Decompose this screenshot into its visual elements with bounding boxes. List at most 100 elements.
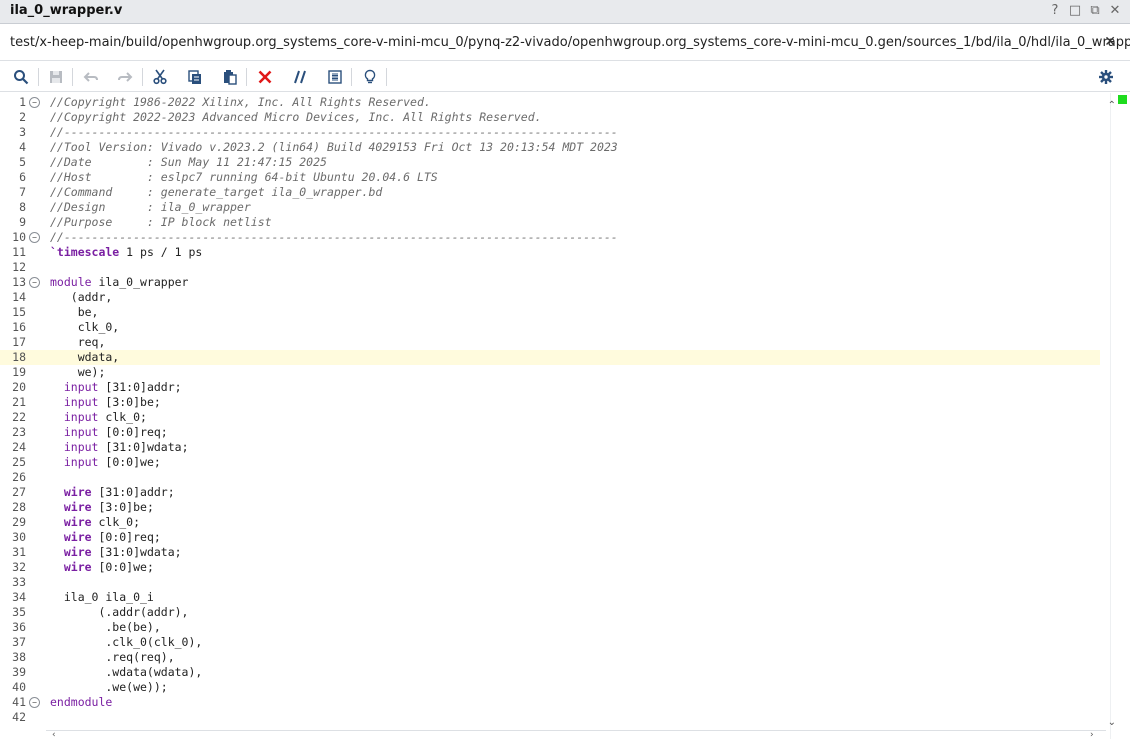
window-controls: ? □ ⧉ ✕ <box>1048 3 1122 19</box>
code-text: ila_0 ila_0_i <box>50 590 154 604</box>
code-line[interactable]: 42 <box>0 710 1100 725</box>
code-line[interactable]: 7 //Command : generate_target ila_0_wrapp… <box>0 185 1100 200</box>
block-select-icon[interactable] <box>324 66 346 88</box>
code-text: wire [31:0]wdata; <box>63 545 182 559</box>
search-icon[interactable] <box>10 66 32 88</box>
code-line[interactable]: 4 //Tool Version: Vivado v.2023.2 (lin64)… <box>0 140 1100 155</box>
horizontal-scrollbar[interactable] <box>46 730 1106 739</box>
code-line[interactable]: 40 .we(we)); <box>0 680 1100 695</box>
toolbar-separator <box>386 68 387 86</box>
code-line[interactable]: 34 ila_0 ila_0_i <box>0 590 1100 605</box>
code-line[interactable]: 3 //-------------------------------------… <box>0 125 1100 140</box>
code-text: wire [0:0]we; <box>63 560 154 574</box>
code-line[interactable]: 26 <box>0 470 1100 485</box>
scroll-down-icon[interactable]: ⌄ <box>1108 717 1116 728</box>
cut-icon[interactable] <box>149 66 171 88</box>
toolbar-separator <box>351 68 352 86</box>
code-line[interactable]: 1−//Copyright 1986-2022 Xilinx, Inc. All… <box>0 95 1100 110</box>
code-text: //--------------------------------------… <box>50 125 618 139</box>
code-line[interactable]: 11 `timescale 1 ps / 1 ps <box>0 245 1100 260</box>
toolbar-separator <box>142 68 143 86</box>
code-line[interactable]: 35 (.addr(addr), <box>0 605 1100 620</box>
window-titlebar: ila_0_wrapper.v ? □ ⧉ ✕ <box>0 0 1130 24</box>
redo-icon[interactable] <box>114 66 136 88</box>
code-line[interactable]: 2 //Copyright 2022-2023 Advanced Micro De… <box>0 110 1100 125</box>
code-line[interactable]: 12 <box>0 260 1100 275</box>
code-line[interactable]: 25 input [0:0]we; <box>0 455 1100 470</box>
code-line[interactable]: 18 wdata, <box>0 350 1100 365</box>
maximize-button[interactable]: □ <box>1068 3 1082 19</box>
line-number: 27 <box>12 485 26 499</box>
line-number: 40 <box>12 680 26 694</box>
code-text: .req(req), <box>50 650 175 664</box>
code-line[interactable]: 5 //Date : Sun May 11 21:47:15 2025 <box>0 155 1100 170</box>
code-editor[interactable]: 1−//Copyright 1986-2022 Xilinx, Inc. All… <box>0 93 1130 739</box>
code-line[interactable]: 22 input clk_0; <box>0 410 1100 425</box>
lightbulb-icon[interactable] <box>359 66 381 88</box>
code-text: //Design : ila_0_wrapper <box>50 200 251 214</box>
line-number: 32 <box>12 560 26 574</box>
line-number: 39 <box>12 665 26 679</box>
code-text: input clk_0; <box>63 410 147 424</box>
close-window-button[interactable]: ✕ <box>1108 3 1122 19</box>
code-line[interactable]: 29 wire clk_0; <box>0 515 1100 530</box>
vertical-scrollbar[interactable] <box>1110 93 1130 739</box>
undo-icon[interactable] <box>80 66 102 88</box>
scroll-left-icon[interactable]: ‹ <box>52 730 56 739</box>
line-number: 36 <box>12 620 26 634</box>
delete-icon[interactable] <box>254 66 276 88</box>
code-line[interactable]: 13− module ila_0_wrapper <box>0 275 1100 290</box>
code-text: .wdata(wdata), <box>50 665 203 679</box>
code-line[interactable]: 30 wire [0:0]req; <box>0 530 1100 545</box>
code-line[interactable]: 8 //Design : ila_0_wrapper <box>0 200 1100 215</box>
settings-icon[interactable] <box>1095 66 1117 88</box>
code-line[interactable]: 15 be, <box>0 305 1100 320</box>
code-line[interactable]: 32 wire [0:0]we; <box>0 560 1100 575</box>
code-line[interactable]: 17 req, <box>0 335 1100 350</box>
close-file-button[interactable]: ✕ <box>1104 34 1116 50</box>
help-button[interactable]: ? <box>1048 3 1062 19</box>
code-text: .clk_0(clk_0), <box>50 635 203 649</box>
code-line[interactable]: 6 //Host : eslpc7 running 64-bit Ubuntu 2… <box>0 170 1100 185</box>
paste-icon[interactable] <box>219 66 241 88</box>
code-line[interactable]: 14 (addr, <box>0 290 1100 305</box>
scroll-up-icon[interactable]: ⌃ <box>1108 100 1116 111</box>
comment-icon[interactable] <box>289 66 311 88</box>
fold-toggle-icon[interactable]: − <box>29 697 40 708</box>
code-line[interactable]: 36 .be(be), <box>0 620 1100 635</box>
code-line[interactable]: 10−//-----------------------------------… <box>0 230 1100 245</box>
code-line[interactable]: 23 input [0:0]req; <box>0 425 1100 440</box>
code-line[interactable]: 38 .req(req), <box>0 650 1100 665</box>
fold-toggle-icon[interactable]: − <box>29 232 40 243</box>
code-line[interactable]: 33 <box>0 575 1100 590</box>
float-button[interactable]: ⧉ <box>1088 3 1102 19</box>
code-line[interactable]: 24 input [31:0]wdata; <box>0 440 1100 455</box>
code-line[interactable]: 16 clk_0, <box>0 320 1100 335</box>
code-line[interactable]: 31 wire [31:0]wdata; <box>0 545 1100 560</box>
code-text: `timescale 1 ps / 1 ps <box>50 245 203 259</box>
code-line[interactable]: 20 input [31:0]addr; <box>0 380 1100 395</box>
line-number: 18 <box>12 350 26 364</box>
code-line[interactable]: 28 wire [3:0]be; <box>0 500 1100 515</box>
code-text: //Date : Sun May 11 21:47:15 2025 <box>50 155 327 169</box>
scroll-right-icon[interactable]: › <box>1090 730 1094 739</box>
fold-toggle-icon[interactable]: − <box>29 97 40 108</box>
code-line[interactable]: 21 input [3:0]be; <box>0 395 1100 410</box>
status-marker <box>1118 95 1127 104</box>
code-line[interactable]: 41− endmodule <box>0 695 1100 710</box>
code-line[interactable]: 27 wire [31:0]addr; <box>0 485 1100 500</box>
code-line[interactable]: 19 we); <box>0 365 1100 380</box>
save-icon[interactable] <box>45 66 67 88</box>
code-text: input [0:0]we; <box>63 455 161 469</box>
line-number: 3 <box>19 125 26 139</box>
code-line[interactable]: 37 .clk_0(clk_0), <box>0 635 1100 650</box>
code-text: input [0:0]req; <box>63 425 168 439</box>
code-line[interactable]: 9 //Purpose : IP block netlist <box>0 215 1100 230</box>
fold-toggle-icon[interactable]: − <box>29 277 40 288</box>
code-line[interactable]: 39 .wdata(wdata), <box>0 665 1100 680</box>
line-number: 37 <box>12 635 26 649</box>
line-number: 15 <box>12 305 26 319</box>
line-number: 8 <box>19 200 26 214</box>
copy-icon[interactable] <box>184 66 206 88</box>
file-path: test/x-heep-main/build/openhwgroup.org_s… <box>10 35 1130 50</box>
